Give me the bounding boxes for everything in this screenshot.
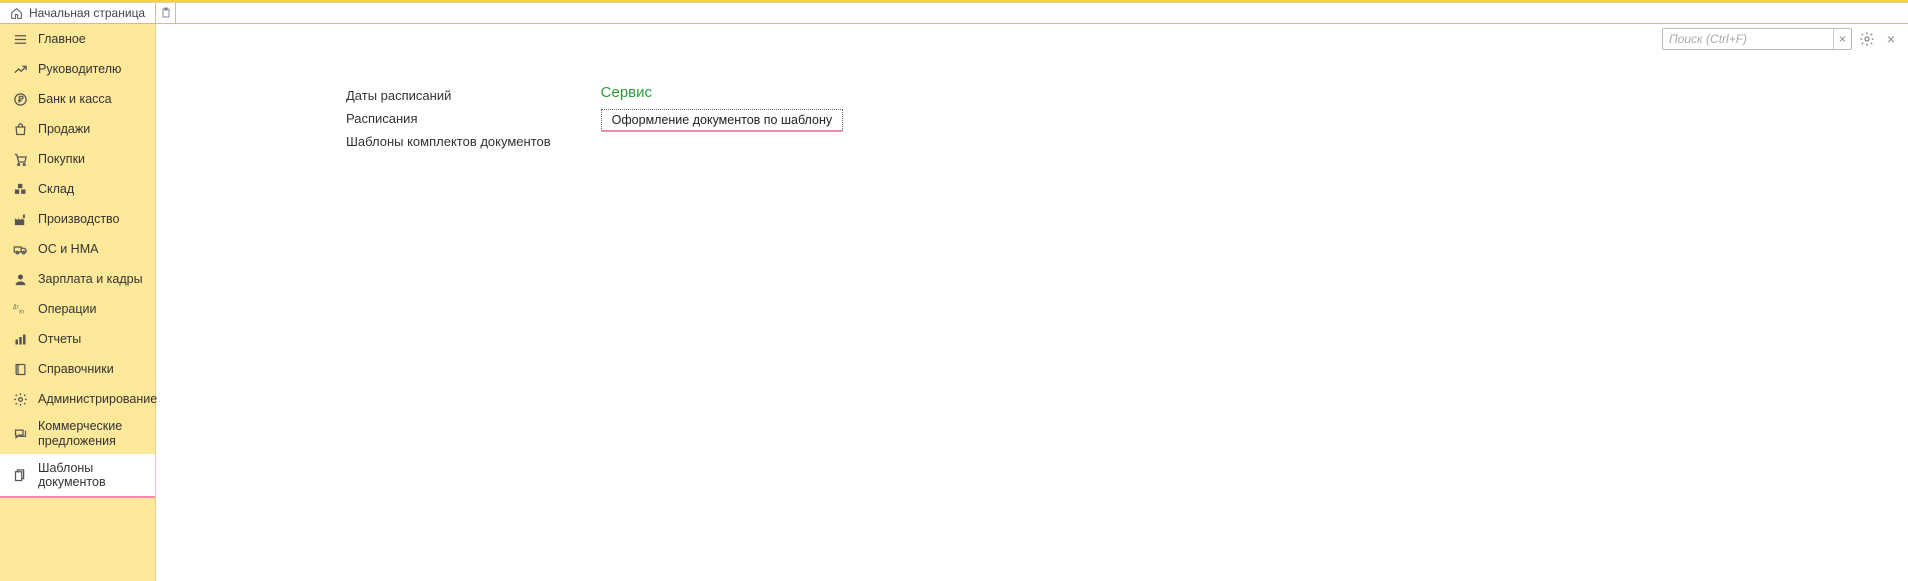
tab-bar: Начальная страница <box>0 3 1908 24</box>
sidebar-item-warehouse[interactable]: Склад <box>0 174 155 204</box>
sidebar-label: Коммерческие предложения <box>38 419 145 449</box>
sidebar-label: Производство <box>38 212 120 226</box>
ruble-icon <box>12 91 28 107</box>
sidebar-label: ОС и НМА <box>38 242 98 256</box>
service-title: Сервис <box>601 84 843 101</box>
search-box: × <box>1662 28 1852 50</box>
sidebar-label: Склад <box>38 182 74 196</box>
sidebar-item-bank[interactable]: Банк и касса <box>0 84 155 114</box>
template-docs-button[interactable]: Оформление документов по шаблону <box>601 109 843 131</box>
sidebar-label: Продажи <box>38 122 90 136</box>
sidebar-label: Банк и касса <box>38 92 112 106</box>
sidebar-item-assets[interactable]: ОС и НМА <box>0 234 155 264</box>
sidebar-item-main[interactable]: Главное <box>0 24 155 54</box>
sidebar: Главное Руководителю Банк и касса Продаж… <box>0 24 156 581</box>
boxes-icon <box>12 181 28 197</box>
sidebar-item-sales[interactable]: Продажи <box>0 114 155 144</box>
sidebar-item-manager[interactable]: Руководителю <box>0 54 155 84</box>
sidebar-label: Операции <box>38 302 96 316</box>
operations-icon: ДтКт <box>12 301 28 317</box>
cart-icon <box>12 151 28 167</box>
sidebar-label: Справочники <box>38 362 114 376</box>
tab-home-label: Начальная страница <box>29 6 145 20</box>
truck-icon <box>12 241 28 257</box>
search-input[interactable] <box>1663 29 1833 49</box>
factory-icon <box>12 211 28 227</box>
sidebar-item-reports[interactable]: Отчеты <box>0 324 155 354</box>
tab-clipboard[interactable] <box>156 3 176 23</box>
chat-icon <box>12 426 28 442</box>
trend-icon <box>12 61 28 77</box>
svg-text:Кт: Кт <box>19 309 25 315</box>
sidebar-label: Шаблоны документов <box>38 461 145 489</box>
section-links: Даты расписаний Расписания Шаблоны компл… <box>346 84 551 153</box>
settings-button[interactable] <box>1858 30 1876 48</box>
sidebar-item-admin[interactable]: Администрирование <box>0 384 155 414</box>
home-icon <box>10 7 23 20</box>
link-doc-templates[interactable]: Шаблоны комплектов документов <box>346 130 551 153</box>
tab-home[interactable]: Начальная страница <box>0 3 156 23</box>
bag-icon <box>12 121 28 137</box>
clear-search-button[interactable]: × <box>1833 29 1851 49</box>
sidebar-item-offers[interactable]: Коммерческие предложения <box>0 414 155 454</box>
gear-icon <box>12 391 28 407</box>
sidebar-label: Главное <box>38 32 86 46</box>
sidebar-item-purchases[interactable]: Покупки <box>0 144 155 174</box>
link-schedules[interactable]: Расписания <box>346 107 551 130</box>
svg-text:Дт: Дт <box>13 304 19 310</box>
person-icon <box>12 271 28 287</box>
book-icon <box>12 361 28 377</box>
sidebar-item-operations[interactable]: ДтКт Операции <box>0 294 155 324</box>
sidebar-item-hr[interactable]: Зарплата и кадры <box>0 264 155 294</box>
menu-icon <box>12 31 28 47</box>
close-button[interactable]: × <box>1882 30 1900 48</box>
section-service: Сервис Оформление документов по шаблону <box>601 84 843 131</box>
sidebar-label: Руководителю <box>38 62 121 76</box>
barchart-icon <box>12 331 28 347</box>
sidebar-label: Покупки <box>38 152 85 166</box>
sidebar-label: Отчеты <box>38 332 81 346</box>
sidebar-item-catalogs[interactable]: Справочники <box>0 354 155 384</box>
doc-stack-icon <box>12 467 28 483</box>
main-area: × × Даты расписаний Расписания Шаблоны к… <box>156 24 1908 581</box>
sidebar-item-templates[interactable]: Шаблоны документов <box>0 454 155 498</box>
sidebar-label: Администрирование <box>38 392 157 406</box>
sidebar-label: Зарплата и кадры <box>38 272 143 286</box>
link-schedule-dates[interactable]: Даты расписаний <box>346 84 551 107</box>
sidebar-item-production[interactable]: Производство <box>0 204 155 234</box>
